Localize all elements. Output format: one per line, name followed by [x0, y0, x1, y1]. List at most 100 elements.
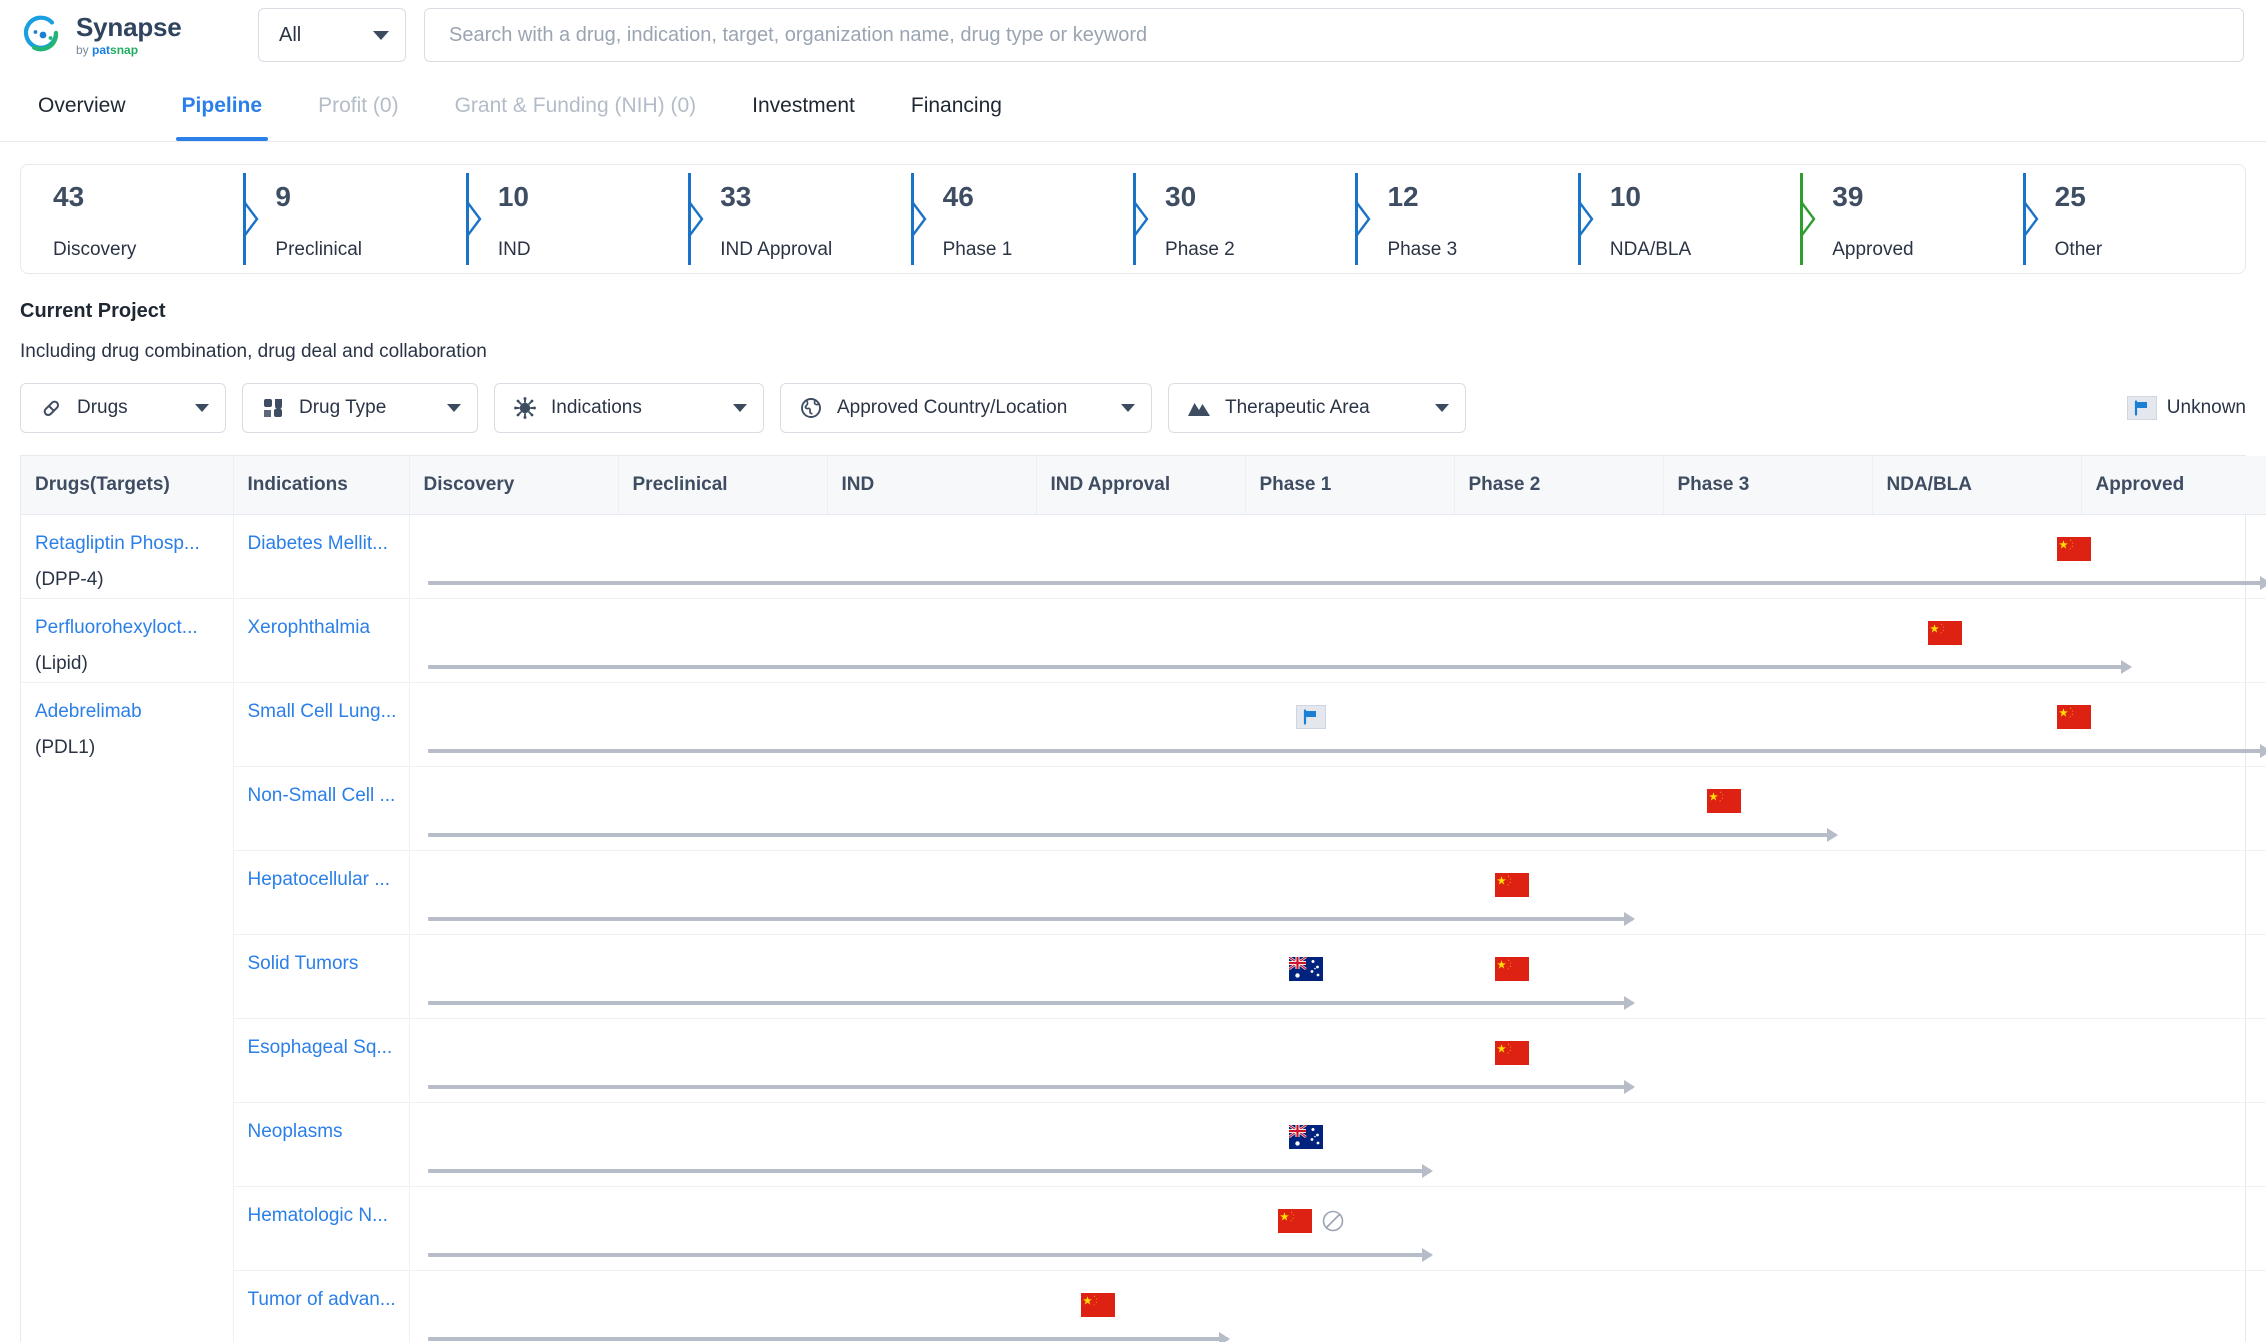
timeline-bar	[427, 1164, 1434, 1178]
timeline-bar	[427, 828, 1839, 842]
china-flag-icon	[1706, 789, 1741, 813]
stage-label: Preclinical	[275, 239, 362, 260]
globe-icon	[799, 396, 823, 420]
tab-label: Investment	[752, 93, 855, 117]
chevron-down-icon	[195, 404, 209, 412]
page-title: Current Project	[20, 300, 166, 322]
stage-preclinical[interactable]: 9 Preclinical	[243, 165, 465, 273]
tab-pipeline[interactable]: Pipeline	[154, 70, 291, 141]
legend-label: Unknown	[2166, 397, 2246, 418]
cell-drug: Adebrelimab (PDL1)	[21, 682, 234, 1342]
cell-timeline	[409, 598, 2266, 683]
capsule-icon	[39, 396, 63, 420]
stage-phase-1[interactable]: 46 Phase 1	[910, 165, 1133, 273]
virus-icon	[513, 396, 537, 420]
timeline-marker[interactable]	[1081, 1293, 1116, 1317]
stage-count: 39	[1832, 181, 1864, 212]
stage-label: Phase 1	[942, 239, 1013, 260]
cell-indication: Tumor of advan...	[233, 1270, 410, 1342]
search-input[interactable]	[447, 22, 2221, 48]
indication-link[interactable]: Solid Tumors	[248, 951, 409, 977]
column-header-ind-approval: IND Approval	[1036, 456, 1246, 515]
timeline-marker[interactable]	[1706, 789, 1741, 813]
brand-name: Synapse	[76, 12, 182, 42]
filter-indications[interactable]: Indications	[494, 383, 764, 433]
column-header-phase-3: Phase 3	[1663, 456, 1873, 515]
drug-link[interactable]: Perfluorohexyloct...	[35, 615, 233, 641]
drug-link[interactable]: Retagliptin Phosp...	[35, 531, 233, 557]
stage-phase-2[interactable]: 30 Phase 2	[1133, 165, 1355, 273]
filter-drug-type[interactable]: Drug Type	[242, 383, 478, 433]
timeline-marker[interactable]	[1296, 705, 1327, 729]
stage-ind-approval[interactable]: 33 IND Approval	[688, 165, 910, 273]
stage-label: Discovery	[53, 239, 137, 260]
tab-label: Pipeline	[181, 93, 263, 117]
column-header-indications: Indications	[233, 456, 410, 515]
stage-discovery[interactable]: 43 Discovery	[21, 165, 243, 273]
indication-link[interactable]: Hematologic N...	[248, 1203, 409, 1229]
timeline-marker[interactable]	[1289, 1125, 1324, 1149]
tab-label: Profit (0)	[318, 93, 399, 117]
filter-drugs[interactable]: Drugs	[20, 383, 226, 433]
stage-label: NDA/BLA	[1609, 239, 1692, 260]
indication-link[interactable]: Hepatocellular ...	[248, 867, 409, 893]
stage-label: Other	[2054, 239, 2103, 260]
column-header-ind: IND	[827, 456, 1037, 515]
filter-approved-country[interactable]: Approved Country/Location	[780, 383, 1152, 433]
australia-flag-icon	[1289, 957, 1324, 981]
stage-ind[interactable]: 10 IND	[465, 165, 688, 273]
indication-link[interactable]: Neoplasms	[248, 1119, 409, 1145]
timeline-marker[interactable]	[1495, 873, 1530, 897]
timeline-marker[interactable]	[1289, 957, 1324, 981]
filter-label: Approved Country/Location	[837, 397, 1068, 418]
stage-phase-3[interactable]: 12 Phase 3	[1355, 165, 1577, 273]
tab-financing[interactable]: Financing	[883, 70, 1030, 141]
cell-indication: Xerophthalmia	[233, 598, 410, 683]
stage-separator-icon	[243, 173, 261, 265]
tab-overview[interactable]: Overview	[38, 70, 154, 141]
stage-approved[interactable]: 39 Approved	[1800, 165, 2022, 273]
indication-link[interactable]: Esophageal Sq...	[248, 1035, 409, 1061]
tab-investment[interactable]: Investment	[724, 70, 883, 141]
cell-drug: Retagliptin Phosp... (DPP-4)	[21, 514, 234, 599]
indication-link[interactable]: Small Cell Lung...	[248, 699, 409, 725]
unknown-flag-icon[interactable]	[1296, 705, 1327, 729]
table-row: Non-Small Cell ...	[21, 766, 2266, 851]
stage-separator-icon	[465, 173, 484, 265]
timeline-marker[interactable]	[1495, 957, 1530, 981]
stage-separator-icon	[1133, 173, 1151, 265]
chevron-down-icon	[1435, 404, 1449, 412]
stage-separator-icon	[1800, 173, 1818, 265]
stage-separator-icon	[910, 173, 929, 265]
chevron-down-icon	[447, 404, 461, 412]
brand-logo[interactable]: Synapse by patsnap	[22, 14, 222, 56]
timeline-marker[interactable]	[2056, 537, 2091, 561]
search-scope-select[interactable]: All	[258, 8, 406, 62]
indication-link[interactable]: Diabetes Mellit...	[248, 531, 409, 557]
indication-link[interactable]: Xerophthalmia	[248, 615, 409, 641]
cell-timeline	[409, 1186, 2266, 1271]
indication-link[interactable]: Tumor of advan...	[248, 1287, 409, 1313]
indication-link[interactable]: Non-Small Cell ...	[248, 783, 409, 809]
stage-count: 10	[497, 181, 529, 212]
cell-timeline	[409, 850, 2266, 935]
stage-label: Phase 2	[1165, 239, 1235, 260]
timeline-bar	[427, 1080, 1636, 1094]
timeline-marker[interactable]	[1495, 1041, 1530, 1065]
drug-link[interactable]: Adebrelimab	[35, 699, 233, 725]
cell-indication: Hematologic N...	[233, 1186, 410, 1271]
stage-other[interactable]: 25 Other	[2022, 165, 2245, 273]
timeline-bar	[427, 996, 1636, 1010]
stage-separator-icon	[1355, 173, 1373, 265]
synapse-logo-icon	[22, 14, 64, 56]
filter-therapeutic-area[interactable]: Therapeutic Area	[1168, 383, 1466, 433]
cell-timeline	[409, 1018, 2266, 1103]
cell-indication: Diabetes Mellit...	[233, 514, 410, 599]
stage-nda-bla[interactable]: 10 NDA/BLA	[1577, 165, 1800, 273]
timeline-marker[interactable]	[2056, 705, 2091, 729]
search-box[interactable]	[424, 8, 2244, 62]
timeline-marker[interactable]	[1278, 1209, 1345, 1233]
timeline-marker[interactable]	[1927, 621, 1962, 645]
stage-count: 25	[2054, 181, 2086, 212]
table-row: Perfluorohexyloct... (Lipid) Xerophthalmia	[21, 598, 2266, 683]
